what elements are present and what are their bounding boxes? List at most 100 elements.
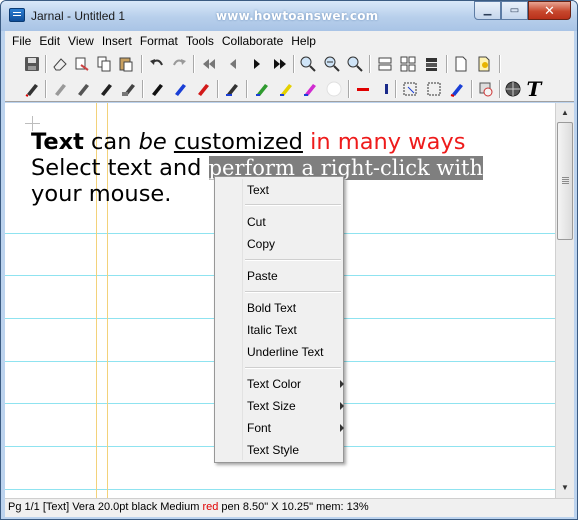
ctx-item-cut[interactable]: Cut <box>247 213 342 231</box>
scroll-up-icon: ▲ <box>561 108 569 117</box>
title-bar: Jarnal - Untitled 1 www.howtoanswer.com … <box>1 1 577 31</box>
highlighter-green-icon[interactable] <box>253 80 271 98</box>
ctx-item-text-size[interactable]: Text Size <box>247 397 344 415</box>
toolbar-row-1 <box>5 52 574 76</box>
zoom-fit-icon[interactable] <box>346 55 364 73</box>
close-icon: ✕ <box>544 2 555 18</box>
ctx-item-bold-text[interactable]: Bold Text <box>247 299 342 317</box>
bold-word: Text <box>31 129 84 155</box>
status-bar: Pg 1/1 [Text] Vera 20.0pt black Medium r… <box>5 498 574 517</box>
rule-line <box>5 489 555 490</box>
blue-line-icon[interactable] <box>378 80 396 98</box>
stamp-icon[interactable] <box>477 80 495 98</box>
pen-black-icon[interactable] <box>148 80 166 98</box>
cut-icon[interactable] <box>73 55 91 73</box>
pen-red-icon[interactable] <box>23 80 41 98</box>
menu-help[interactable]: Help <box>287 34 320 48</box>
ctx-item-font[interactable]: Font <box>247 419 344 437</box>
menu-format[interactable]: Format <box>136 34 182 48</box>
scrollbar-thumb[interactable] <box>557 122 573 240</box>
toolbar: T <box>5 50 574 102</box>
close-button[interactable]: ✕ <box>528 1 571 20</box>
ctx-separator <box>245 291 341 293</box>
scroll-down-icon: ▼ <box>561 483 569 492</box>
underlined-word: customized <box>173 129 303 155</box>
window-title: Jarnal - Untitled 1 <box>31 9 126 23</box>
minimize-button[interactable]: ▁ <box>474 1 501 20</box>
open-page-icon[interactable] <box>475 55 493 73</box>
minimize-icon: ▁ <box>483 5 492 16</box>
paste-icon[interactable] <box>117 55 135 73</box>
menu-file[interactable]: File <box>8 34 35 48</box>
scroll-up-button[interactable]: ▲ <box>557 104 573 121</box>
pen-blue-icon[interactable] <box>171 80 189 98</box>
text-tool-icon[interactable]: T <box>525 79 543 99</box>
white-circle-icon[interactable] <box>325 80 343 98</box>
submenu-arrow-icon <box>340 402 344 410</box>
menu-bar: File Edit View Insert Format Tools Colla… <box>5 31 574 50</box>
submenu-arrow-icon <box>340 424 344 432</box>
pen-special-icon[interactable] <box>223 80 241 98</box>
vertical-scrollbar[interactable]: ▲ ▼ <box>555 103 574 498</box>
save-icon[interactable] <box>23 55 41 73</box>
menu-collaborate[interactable]: Collaborate <box>218 34 287 48</box>
new-page-icon[interactable] <box>452 55 470 73</box>
submenu-arrow-icon <box>340 380 344 388</box>
maximize-button[interactable]: ▭ <box>501 1 528 20</box>
watermark-text: www.howtoanswer.com <box>216 9 379 23</box>
menu-edit[interactable]: Edit <box>35 34 64 48</box>
menu-insert[interactable]: Insert <box>98 34 136 48</box>
marker-icon[interactable] <box>448 80 466 98</box>
status-page-info: pen 8.50" X 10.25" mem: 13% <box>218 501 369 513</box>
split-view-icon[interactable] <box>376 55 394 73</box>
select-rect-icon[interactable] <box>401 80 419 98</box>
stack-icon[interactable] <box>423 55 441 73</box>
copy-icon[interactable] <box>95 55 113 73</box>
first-page-icon[interactable] <box>200 55 218 73</box>
app-icon <box>9 8 25 22</box>
ctx-item-text[interactable]: Text <box>247 181 342 199</box>
toolbar-row-2: T <box>5 77 574 101</box>
text-line-1[interactable]: Text can be customized in many ways <box>31 129 465 155</box>
window-controls: ▁ ▭ ✕ <box>474 1 571 20</box>
undo-icon[interactable] <box>148 55 166 73</box>
context-menu: Text Cut Copy Paste Bold Text Italic Tex… <box>214 176 344 463</box>
page-layout-icon[interactable] <box>399 55 417 73</box>
grip-icon <box>562 177 569 178</box>
scroll-down-button[interactable]: ▼ <box>557 479 573 496</box>
ctx-item-underline-text[interactable]: Underline Text <box>247 343 342 361</box>
status-pen-color: red <box>202 501 219 513</box>
globe-icon[interactable] <box>504 80 522 98</box>
ctx-item-paste[interactable]: Paste <box>247 267 342 285</box>
highlighter-magenta-icon[interactable] <box>301 80 319 98</box>
ctx-item-text-color[interactable]: Text Color <box>247 375 344 393</box>
eraser-pen-icon[interactable] <box>120 80 138 98</box>
menu-tools[interactable]: Tools <box>182 34 218 48</box>
select-lasso-icon[interactable] <box>425 80 443 98</box>
status-info: Pg 1/1 [Text] Vera 20.0pt black Medium <box>8 501 203 513</box>
ctx-separator <box>245 367 341 369</box>
pen-red2-icon[interactable] <box>194 80 212 98</box>
red-text: in many ways <box>310 129 466 155</box>
red-line-icon[interactable] <box>354 80 372 98</box>
pen-dark2-icon[interactable] <box>97 80 115 98</box>
app-window: Jarnal - Untitled 1 www.howtoanswer.com … <box>0 0 578 520</box>
ctx-item-italic-text[interactable]: Italic Text <box>247 321 342 339</box>
previous-page-icon[interactable] <box>224 55 242 73</box>
highlighter-yellow-icon[interactable] <box>277 80 295 98</box>
zoom-out-icon[interactable] <box>323 55 341 73</box>
maximize-icon: ▭ <box>509 5 520 16</box>
zoom-in-icon[interactable] <box>299 55 317 73</box>
text-line-3[interactable]: your mouse. <box>31 181 171 207</box>
ctx-item-copy[interactable]: Copy <box>247 235 342 253</box>
last-page-icon[interactable] <box>271 55 289 73</box>
pen-dark-icon[interactable] <box>74 80 92 98</box>
next-page-icon[interactable] <box>248 55 266 73</box>
eraser-icon[interactable] <box>51 55 69 73</box>
ctx-separator <box>245 204 341 206</box>
menu-view[interactable]: View <box>64 34 98 48</box>
pen-gray-icon[interactable] <box>51 80 69 98</box>
ctx-separator <box>245 259 341 261</box>
redo-icon[interactable] <box>170 55 188 73</box>
ctx-item-text-style[interactable]: Text Style <box>247 441 342 459</box>
